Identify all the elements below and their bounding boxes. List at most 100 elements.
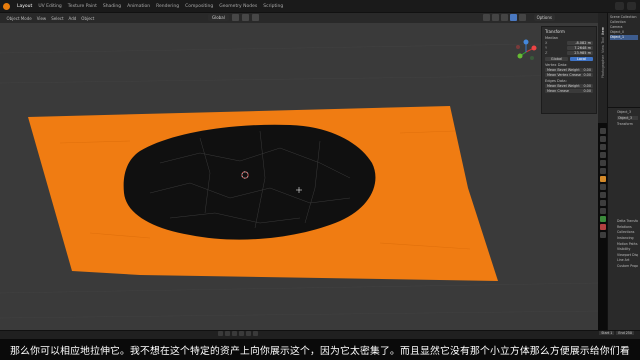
sidebar-tabs: Item Tool View Photographer: [598, 13, 607, 123]
viewport-shading-controls: [483, 14, 526, 21]
tab-view[interactable]: View: [601, 45, 605, 53]
particles-icon[interactable]: [600, 192, 606, 198]
transform-panel-title[interactable]: Transform: [545, 29, 593, 34]
next-keyframe-icon[interactable]: [246, 331, 251, 336]
subtitle-text: 那么你可以相应地拉伸它。我不想在这个特定的资产上向你展示这个，因为它太密集了。而…: [10, 345, 630, 357]
visibility-icon[interactable]: [483, 14, 490, 21]
constraints-icon[interactable]: [600, 208, 606, 214]
workspace-tab-animation[interactable]: Animation: [124, 4, 153, 9]
viewport-header: Object Mode View Select Add Object Globa…: [0, 13, 598, 23]
z-label: Z: [545, 51, 548, 55]
select-menu[interactable]: Select: [49, 16, 66, 21]
viewport-scene: [0, 42, 598, 319]
median-label: Median: [545, 36, 559, 40]
end-frame-field[interactable]: End 250: [616, 331, 634, 335]
proportional-editing-icon[interactable]: [251, 14, 259, 21]
orientation-dropdown[interactable]: Global: [208, 14, 229, 21]
prev-keyframe-icon[interactable]: [225, 331, 230, 336]
object-menu[interactable]: Object: [79, 16, 97, 21]
workspace-tab-geometry-nodes[interactable]: Geometry Nodes: [216, 4, 260, 9]
mean-edge-bevel-value: 0.00: [583, 84, 591, 88]
playback-controls: [218, 331, 258, 336]
median-z-field[interactable]: 23.985 m: [567, 51, 593, 55]
properties-spacer: [617, 127, 638, 219]
mean-bevel-weight-field[interactable]: Mean Bevel Weight 0.00: [545, 68, 593, 72]
coordinate-space-toggle: Global Local: [545, 57, 593, 61]
scene-selector-button[interactable]: [615, 2, 624, 10]
y-label: Y: [545, 46, 548, 50]
output-icon[interactable]: [600, 144, 606, 150]
world-icon[interactable]: [600, 168, 606, 174]
workspace-tab-layout[interactable]: Layout: [14, 4, 35, 9]
jump-end-icon[interactable]: [253, 331, 258, 336]
play-icon[interactable]: [239, 331, 244, 336]
median-x-field[interactable]: -8.082 m: [567, 41, 593, 45]
view-menu[interactable]: View: [34, 16, 49, 21]
transform-tools: Global: [208, 14, 259, 21]
mean-crease-field[interactable]: Mean Crease 0.00: [545, 89, 593, 93]
data-icon[interactable]: [600, 216, 606, 222]
x-label: X: [545, 41, 548, 45]
view-layer-button[interactable]: [627, 2, 636, 10]
solid-shading-icon[interactable]: [510, 14, 517, 21]
workspace-tab-shading[interactable]: Shading: [100, 4, 124, 9]
render-icon[interactable]: [600, 136, 606, 142]
workspace-tab-rendering[interactable]: Rendering: [153, 4, 182, 9]
edges-data-label: Edges Data:: [545, 79, 567, 83]
tab-item[interactable]: Item: [601, 27, 605, 35]
tab-photographer[interactable]: Photographer: [601, 55, 605, 78]
properties-tool-strip: [600, 128, 607, 238]
median-y-row: Y 7.2648 m: [545, 46, 593, 50]
start-frame-field[interactable]: Start 1: [599, 331, 615, 335]
mean-vertex-crease-value: 0.00: [583, 73, 591, 77]
view-layer-icon[interactable]: [600, 152, 606, 158]
scene-icon[interactable]: [600, 160, 606, 166]
mean-vertex-crease-field[interactable]: Mean Vertex Crease 0.00: [545, 73, 593, 77]
outliner[interactable]: Scene Collection Collection Camera Objec…: [608, 13, 640, 108]
top-menu-bar: Layout UV Editing Texture Paint Shading …: [0, 0, 640, 13]
mean-bevel-weight-value: 0.00: [583, 68, 591, 72]
section-custom-properties[interactable]: Custom Properties: [617, 264, 638, 270]
3d-viewport[interactable]: Object Mode View Select Add Object Globa…: [0, 13, 598, 330]
outliner-row-selected[interactable]: Object_1: [610, 35, 638, 40]
properties-editor[interactable]: Object_3 Object_3 Transform Delta Transf…: [608, 108, 640, 330]
material-shading-icon[interactable]: [519, 14, 526, 21]
mean-edge-bevel-field[interactable]: Mean Bevel Weight 0.00: [545, 84, 593, 88]
snap-icon[interactable]: [241, 14, 249, 21]
workspace-tab-compositing[interactable]: Compositing: [182, 4, 216, 9]
frame-range: Start 1 End 250: [599, 331, 634, 335]
right-editors: Scene Collection Collection Camera Objec…: [607, 13, 640, 330]
play-reverse-icon[interactable]: [232, 331, 237, 336]
options-dropdown[interactable]: Options: [533, 14, 555, 21]
mean-vertex-crease-label: Mean Vertex Crease: [547, 73, 581, 77]
add-menu[interactable]: Add: [66, 16, 79, 21]
mean-edge-bevel-label: Mean Bevel Weight: [547, 84, 580, 88]
object-properties-icon[interactable]: [600, 176, 606, 182]
navigation-gizmo[interactable]: [512, 38, 540, 66]
top-right-controls: [615, 2, 636, 10]
blender-logo-icon[interactable]: [3, 2, 10, 10]
local-button[interactable]: Local: [570, 57, 593, 61]
workspace-tab-texture-paint[interactable]: Texture Paint: [65, 4, 100, 9]
median-y-field[interactable]: 7.2648 m: [567, 46, 593, 50]
blender-window: Layout UV Editing Texture Paint Shading …: [0, 0, 640, 360]
sidebar-n-panel: Transform Median X -8.082 m Y 7.2648 m Z…: [541, 26, 597, 114]
texture-icon[interactable]: [600, 232, 606, 238]
gizmo-toggle-icon[interactable]: [492, 14, 499, 21]
material-icon[interactable]: [600, 224, 606, 230]
workspace-tab-scripting[interactable]: Scripting: [260, 4, 286, 9]
vertex-data-label: Vertex Data:: [545, 63, 568, 67]
tab-tool[interactable]: Tool: [601, 37, 605, 44]
overlay-icon[interactable]: [501, 14, 508, 21]
modifier-icon[interactable]: [600, 184, 606, 190]
object-name-field[interactable]: Object_3: [617, 115, 638, 120]
global-button[interactable]: Global: [545, 57, 568, 61]
mode-dropdown[interactable]: Object Mode: [4, 16, 34, 21]
mean-crease-value: 0.00: [583, 89, 591, 93]
pivot-point-icon[interactable]: [231, 14, 239, 21]
workspace-tab-uv-editing[interactable]: UV Editing: [35, 4, 64, 9]
jump-start-icon[interactable]: [218, 331, 223, 336]
timeline[interactable]: Start 1 End 250: [0, 330, 640, 339]
tool-settings-icon[interactable]: [600, 128, 606, 134]
physics-icon[interactable]: [600, 200, 606, 206]
